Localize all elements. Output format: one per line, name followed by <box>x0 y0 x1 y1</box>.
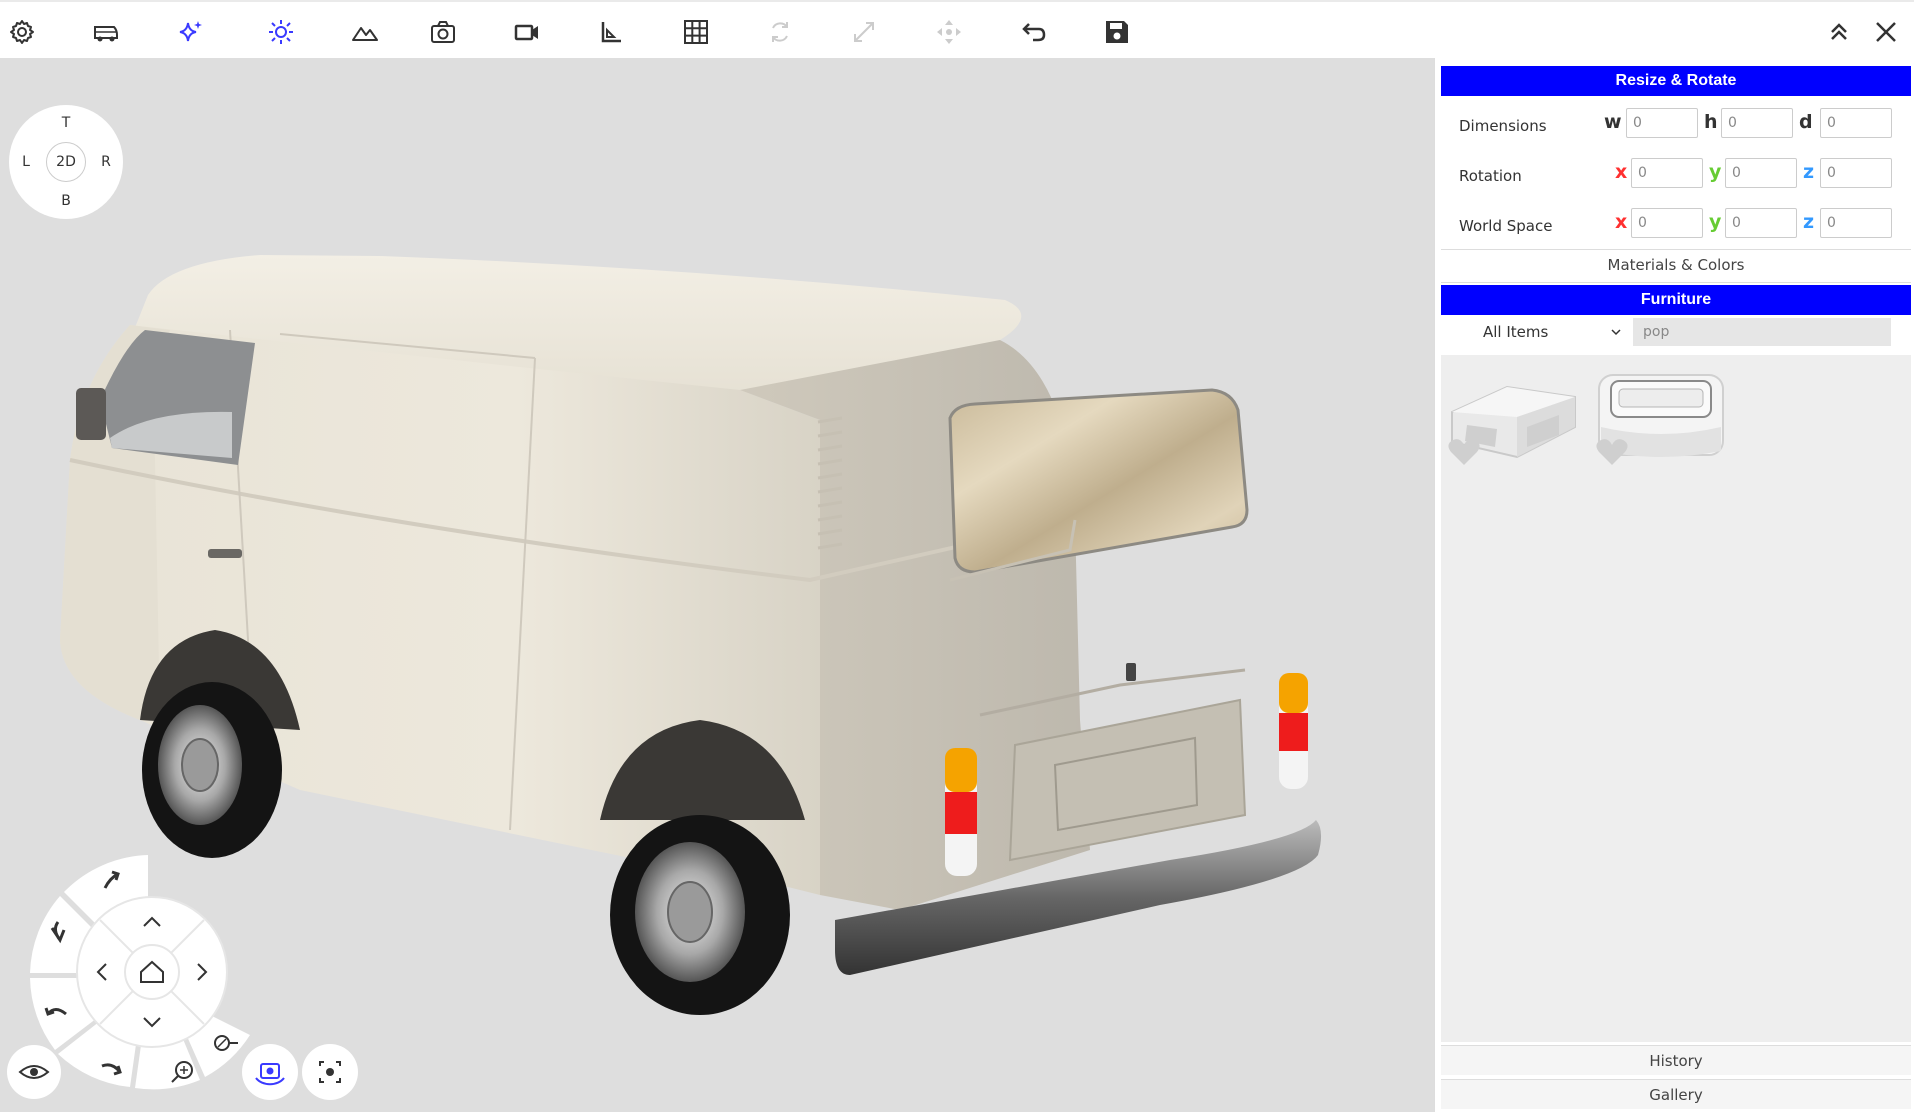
navigation-control <box>7 855 358 1100</box>
favorite-heart-icon[interactable] <box>1447 437 1481 467</box>
rotation-z-label: z <box>1803 161 1815 183</box>
width-axis-label: w <box>1604 111 1622 133</box>
furniture-header[interactable]: Furniture <box>1441 285 1911 315</box>
width-input[interactable] <box>1626 108 1698 138</box>
resize-rotate-header[interactable]: Resize & Rotate <box>1441 66 1911 96</box>
record-button[interactable] <box>507 12 547 52</box>
lighting-button[interactable] <box>261 12 301 52</box>
van-icon <box>94 26 118 42</box>
collapse-button[interactable] <box>1819 12 1859 52</box>
world-z-input[interactable] <box>1820 208 1892 238</box>
divider <box>1441 249 1911 250</box>
save-icon <box>1106 21 1128 43</box>
close-icon <box>1876 22 1896 42</box>
rotation-y-input[interactable] <box>1725 158 1797 188</box>
furniture-grid <box>1441 355 1911 1042</box>
world-space-label: World Space <box>1459 217 1553 235</box>
history-section[interactable]: History <box>1441 1045 1911 1075</box>
world-x-input[interactable] <box>1631 208 1703 238</box>
undo-button[interactable] <box>1013 12 1053 52</box>
rotate-icon <box>772 22 788 42</box>
furniture-search-input[interactable] <box>1633 318 1891 346</box>
resize-icon <box>854 22 874 42</box>
favorite-heart-icon[interactable] <box>1595 437 1629 467</box>
rotation-x-label: x <box>1615 161 1628 183</box>
measure-button[interactable] <box>591 12 631 52</box>
effects-button[interactable] <box>170 12 210 52</box>
settings-button[interactable] <box>2 12 42 52</box>
rotation-z-input[interactable] <box>1820 158 1892 188</box>
move-button[interactable] <box>929 12 969 52</box>
rotation-y-label: y <box>1709 161 1722 183</box>
category-select-value: All Items <box>1483 323 1549 341</box>
height-input[interactable] <box>1721 108 1793 138</box>
terrain-button[interactable] <box>345 12 385 52</box>
world-x-label: x <box>1615 211 1628 233</box>
3d-viewport[interactable]: T L 2D R B <box>0 58 1434 1112</box>
world-y-input[interactable] <box>1725 208 1797 238</box>
dimensions-label: Dimensions <box>1459 117 1547 135</box>
gallery-section[interactable]: Gallery <box>1441 1079 1911 1109</box>
resize-button[interactable] <box>844 12 884 52</box>
rotation-x-input[interactable] <box>1631 158 1703 188</box>
terrain-icon <box>352 27 378 41</box>
move-icon <box>937 20 961 44</box>
top-toolbar <box>0 0 1914 58</box>
screenshot-button[interactable] <box>423 12 463 52</box>
world-y-label: y <box>1709 211 1722 233</box>
depth-axis-label: d <box>1799 111 1813 133</box>
ruler-icon <box>601 22 621 43</box>
category-select[interactable]: All Items <box>1483 319 1623 345</box>
app-root: T L 2D R B Resize & Rotate Dimensions w … <box>0 0 1914 1112</box>
rotate-button[interactable] <box>760 12 800 52</box>
grid-button[interactable] <box>676 12 716 52</box>
height-axis-label: h <box>1704 111 1718 133</box>
materials-colors-section[interactable]: Materials & Colors <box>1441 256 1911 274</box>
save-button[interactable] <box>1097 12 1137 52</box>
undo-icon <box>1022 23 1046 42</box>
world-z-label: z <box>1803 211 1815 233</box>
camera-icon <box>431 21 455 43</box>
rotation-label: Rotation <box>1459 167 1522 185</box>
video-icon <box>514 24 538 41</box>
sparkle-icon <box>179 21 202 42</box>
grid-icon <box>684 20 708 44</box>
depth-input[interactable] <box>1820 108 1892 138</box>
close-button[interactable] <box>1866 12 1906 52</box>
properties-panel: Resize & Rotate Dimensions w h d Rotatio… <box>1434 58 1914 1112</box>
sun-icon <box>269 20 293 44</box>
collapse-icon <box>1831 23 1847 40</box>
chevron-down-icon <box>1611 329 1621 336</box>
gear-icon <box>10 20 34 44</box>
divider <box>1441 282 1911 283</box>
vehicle-button[interactable] <box>86 12 126 52</box>
